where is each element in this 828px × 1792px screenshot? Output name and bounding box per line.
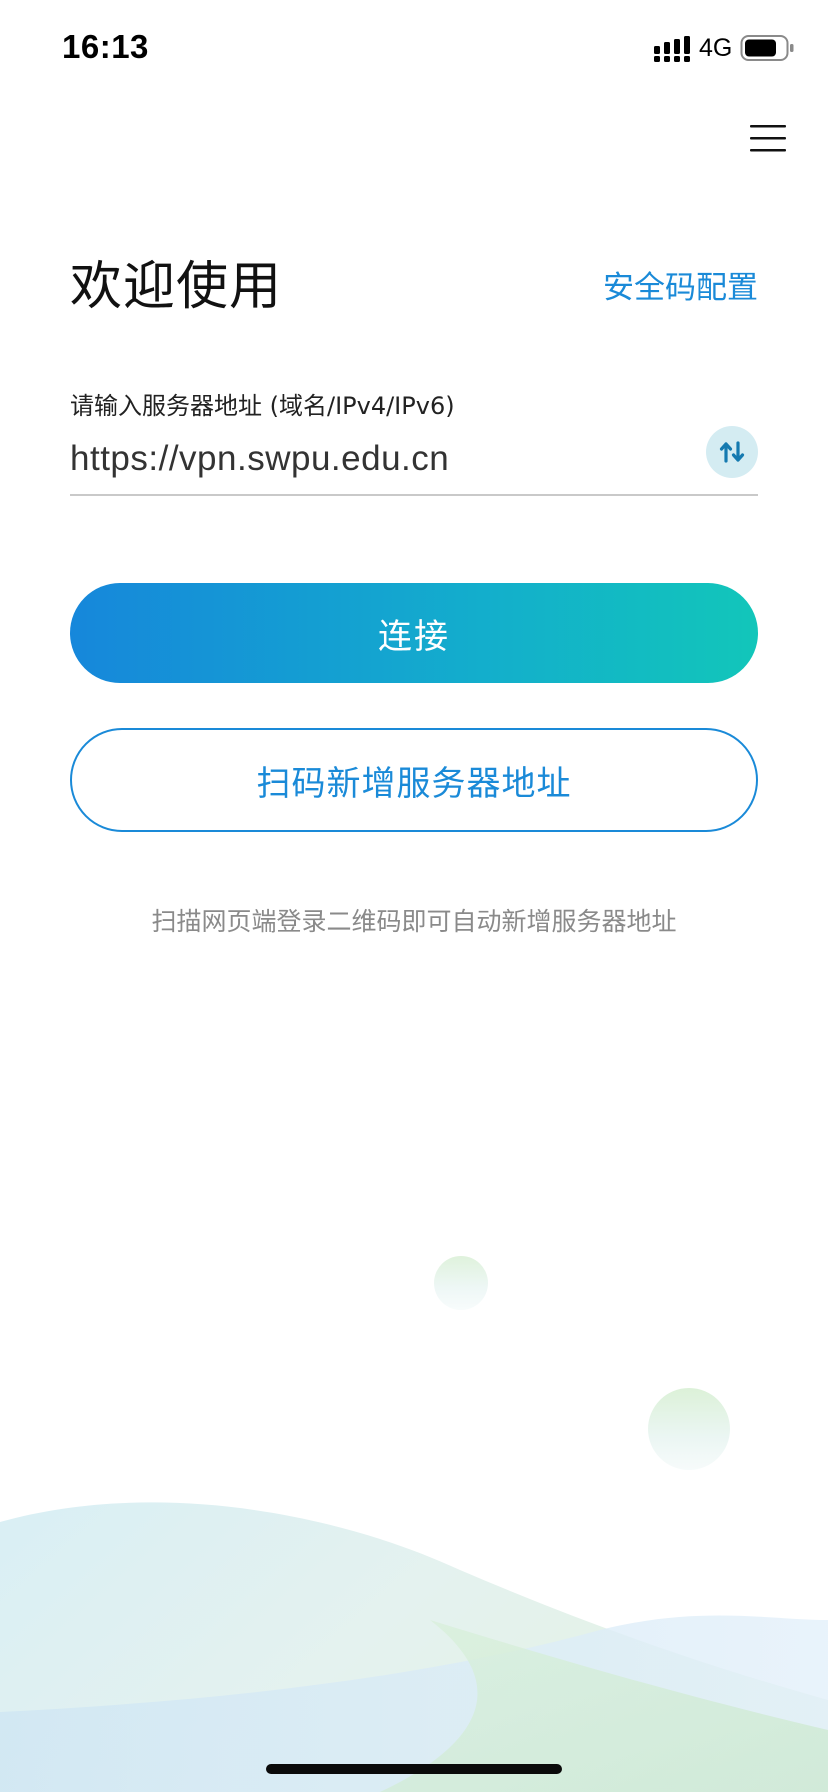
status-time: 16:13 xyxy=(62,28,149,65)
server-address-field xyxy=(70,424,758,496)
server-address-input[interactable] xyxy=(70,430,670,488)
decorative-waves xyxy=(0,1502,828,1792)
decorative-bubble xyxy=(648,1388,730,1470)
scan-add-server-button[interactable]: 扫码新增服务器地址 xyxy=(70,728,758,832)
decorative-bubble xyxy=(434,1256,488,1310)
security-code-config-link[interactable]: 安全码配置 xyxy=(603,262,758,307)
home-indicator[interactable] xyxy=(266,1764,562,1774)
switch-arrows-icon xyxy=(719,441,745,463)
signal-icon xyxy=(654,36,690,62)
scan-hint-text: 扫描网页端登录二维码即可自动新增服务器地址 xyxy=(151,907,677,936)
battery-icon xyxy=(740,35,794,61)
switch-server-button[interactable] xyxy=(706,426,758,478)
status-bar: 16:13 4G xyxy=(0,0,828,100)
network-type: 4G xyxy=(699,34,733,62)
page-title: 欢迎使用 xyxy=(70,257,283,317)
hamburger-menu-icon[interactable] xyxy=(748,120,788,156)
connect-button[interactable]: 连接 xyxy=(70,583,758,683)
server-address-label: 请输入服务器地址 (域名/IPv4/IPv6) xyxy=(70,392,455,420)
login-screen: 16:13 4G 欢迎使用 安全码配置 请输入服务器地址 (域名/IPv4/IP… xyxy=(0,0,828,1792)
